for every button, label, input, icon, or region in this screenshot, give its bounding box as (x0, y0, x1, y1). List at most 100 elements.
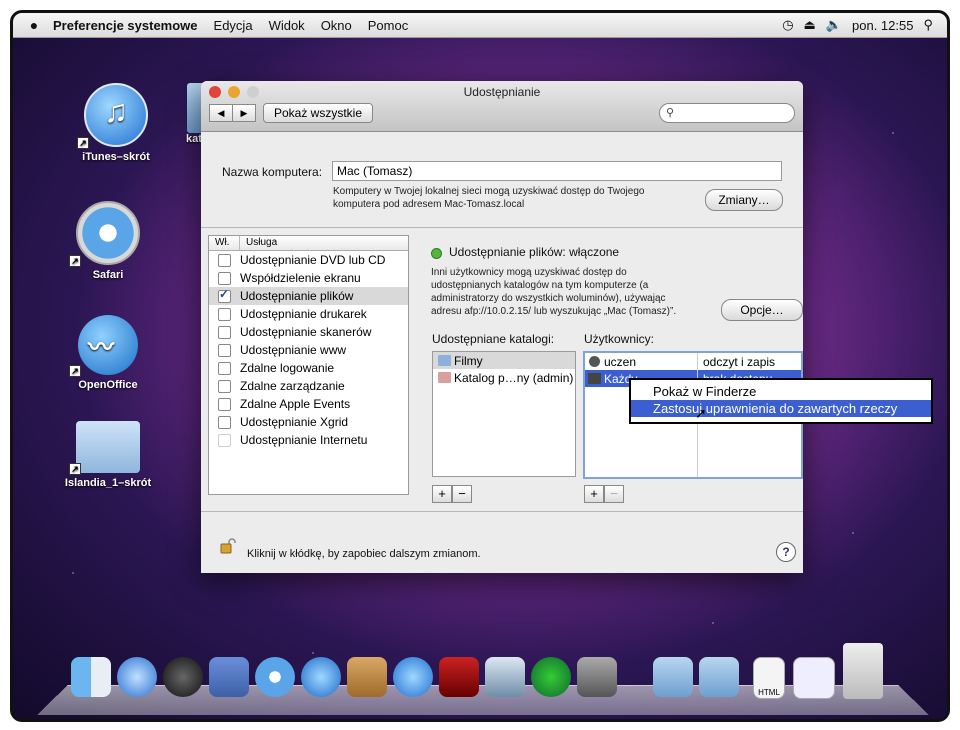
checkbox[interactable] (218, 307, 231, 321)
forward-arrow-icon[interactable]: ▶ (232, 104, 256, 122)
remove-user-button[interactable]: − (604, 485, 624, 503)
finder-icon[interactable] (71, 657, 111, 697)
desktop-icon-label: iTunes–skrót (82, 151, 150, 163)
folder-label: Katalog p…ny (admin) (454, 370, 574, 385)
service-row[interactable]: Zdalne Apple Events (209, 395, 408, 413)
system-preferences-icon[interactable] (577, 657, 617, 697)
html-file-icon[interactable]: HTML (753, 657, 785, 699)
service-row[interactable]: Udostępnianie drukarek (209, 305, 408, 323)
time-machine-icon[interactable]: ◷ (782, 17, 793, 33)
service-row[interactable]: Udostępnianie skanerów (209, 323, 408, 341)
checkbox[interactable] (218, 379, 231, 393)
checkbox[interactable] (218, 397, 231, 411)
desktop-icon-label: Islandia_1–skrót (64, 477, 152, 489)
add-folder-button[interactable]: + (432, 485, 452, 503)
window-titlebar[interactable]: Udostępnianie ◀ ▶ Pokaż wszystkie ⚲ (201, 81, 803, 132)
trash-icon[interactable] (843, 643, 883, 699)
options-button[interactable]: Opcje… (721, 299, 803, 321)
apple-menu-icon[interactable]: ● (13, 17, 45, 33)
service-row[interactable]: Udostępnianie Xgrid (209, 413, 408, 431)
edit-name-button[interactable]: Zmiany… (705, 189, 783, 211)
desc-line-2: udostępnianych katalogów na tym komputer… (431, 280, 649, 291)
dashboard-icon[interactable] (163, 657, 203, 697)
list-item[interactable]: Filmy (433, 352, 575, 369)
documents-folder-icon[interactable] (699, 657, 739, 697)
desc-line-1: Inni użytkownicy mogą uzyskiwać dostęp d… (431, 267, 627, 278)
iphoto-icon[interactable] (485, 657, 525, 697)
header-on[interactable]: Wł. (209, 236, 239, 250)
checkbox[interactable] (218, 433, 231, 447)
checkbox-checked[interactable] (218, 287, 231, 303)
service-row[interactable]: Zdalne zarządzanie (209, 377, 408, 395)
service-label: Udostępnianie drukarek (240, 307, 367, 321)
user-row[interactable]: uczen odczyt i zapis (585, 353, 801, 370)
desktop-icon-label: kat (186, 133, 202, 145)
volume-icon[interactable]: 🔈 (826, 17, 842, 33)
checkbox[interactable] (218, 343, 231, 357)
shared-folders-label: Udostępniane katalogi: (432, 332, 555, 346)
group-icon (588, 373, 601, 384)
desktop-icon-islandia[interactable]: ↗ Islandia_1–skrót (63, 421, 153, 489)
desktop: ● Preferencje systemowe Edycja Widok Okn… (10, 10, 950, 722)
window-thumbnail-icon[interactable] (793, 657, 835, 699)
service-row[interactable]: Udostępnianie DVD lub CD (209, 251, 408, 269)
safari-icon[interactable] (255, 657, 295, 697)
menu-window[interactable]: Okno (313, 18, 360, 33)
services-list[interactable]: Wł. Usługa Udostępnianie DVD lub CD Wspó… (208, 235, 409, 495)
eject-icon[interactable]: ⏏ (804, 17, 816, 33)
checkbox[interactable] (218, 361, 231, 375)
remove-folder-button[interactable]: − (452, 485, 472, 503)
menu-help[interactable]: Pomoc (360, 18, 416, 33)
desktop-icon-safari[interactable]: ↗ Safari (63, 201, 153, 281)
photo-booth-icon[interactable] (439, 657, 479, 697)
applications-folder-icon[interactable] (653, 657, 693, 697)
list-item[interactable]: Katalog p…ny (admin) (433, 369, 575, 386)
checkbox[interactable] (218, 253, 231, 267)
show-all-button[interactable]: Pokaż wszystkie (263, 103, 374, 123)
back-arrow-icon[interactable]: ◀ (209, 104, 233, 122)
divider (201, 511, 803, 512)
openoffice-gulls-icon: 〰 (78, 315, 138, 375)
time-machine-icon[interactable] (531, 657, 571, 697)
service-row-selected[interactable]: Udostępnianie plików (209, 287, 408, 305)
user-icon (589, 356, 600, 367)
help-button[interactable]: ? (776, 542, 796, 562)
service-row[interactable]: Współdzielenie ekranu (209, 269, 408, 287)
menu-item-show-in-finder[interactable]: Pokaż w Finderze (631, 383, 931, 400)
desktop-icon-openoffice[interactable]: 〰 ↗ OpenOffice (63, 315, 153, 391)
header-service[interactable]: Usługa (239, 236, 277, 250)
ichat-icon[interactable] (301, 657, 341, 697)
shared-folders-list[interactable]: Filmy Katalog p…ny (admin) (432, 351, 576, 477)
computer-address-text: Komputery w Twojej lokalnej sieci mogą u… (333, 185, 644, 211)
service-row[interactable]: Zdalne logowanie (209, 359, 408, 377)
lock-open-icon[interactable] (220, 538, 236, 554)
app-store-icon[interactable] (117, 657, 157, 697)
user-permission[interactable]: odczyt i zapis (695, 355, 775, 369)
menu-item-apply-permissions[interactable]: Zastosuj uprawnienia do zawartych rzeczy (631, 400, 931, 417)
sharing-description: Inni użytkownicy mogą uzyskiwać dostęp d… (431, 266, 676, 318)
service-row[interactable]: Udostępnianie www (209, 341, 408, 359)
itunes-icon[interactable] (393, 657, 433, 697)
service-label: Udostępnianie skanerów (240, 325, 372, 339)
status-text: Udostępnianie plików: włączone (449, 245, 620, 259)
menu-edit[interactable]: Edycja (206, 18, 261, 33)
mail-icon[interactable] (209, 657, 249, 697)
clock[interactable]: pon. 12:55 (852, 18, 913, 33)
checkbox[interactable] (218, 271, 231, 285)
alias-arrow-icon: ↗ (69, 365, 81, 377)
checkbox[interactable] (218, 325, 231, 339)
status-light-icon (431, 248, 442, 259)
search-field[interactable]: ⚲ (659, 103, 795, 123)
menu-view[interactable]: Widok (261, 18, 313, 33)
address-book-icon[interactable] (347, 657, 387, 697)
menu-app-name[interactable]: Preferencje systemowe (45, 18, 206, 33)
checkbox[interactable] (218, 415, 231, 429)
service-row[interactable]: Udostępnianie Internetu (209, 431, 408, 449)
spotlight-icon[interactable]: ⚲ (923, 17, 933, 33)
desktop-icon-itunes[interactable]: ♫ ↗ iTunes–skrót (71, 83, 161, 163)
restricted-folder-icon (438, 372, 451, 383)
desktop-icon-label: OpenOffice (78, 379, 138, 391)
computer-name-field[interactable]: Mac (Tomasz) (332, 161, 782, 181)
divider (201, 227, 803, 228)
add-user-button[interactable]: + (584, 485, 604, 503)
